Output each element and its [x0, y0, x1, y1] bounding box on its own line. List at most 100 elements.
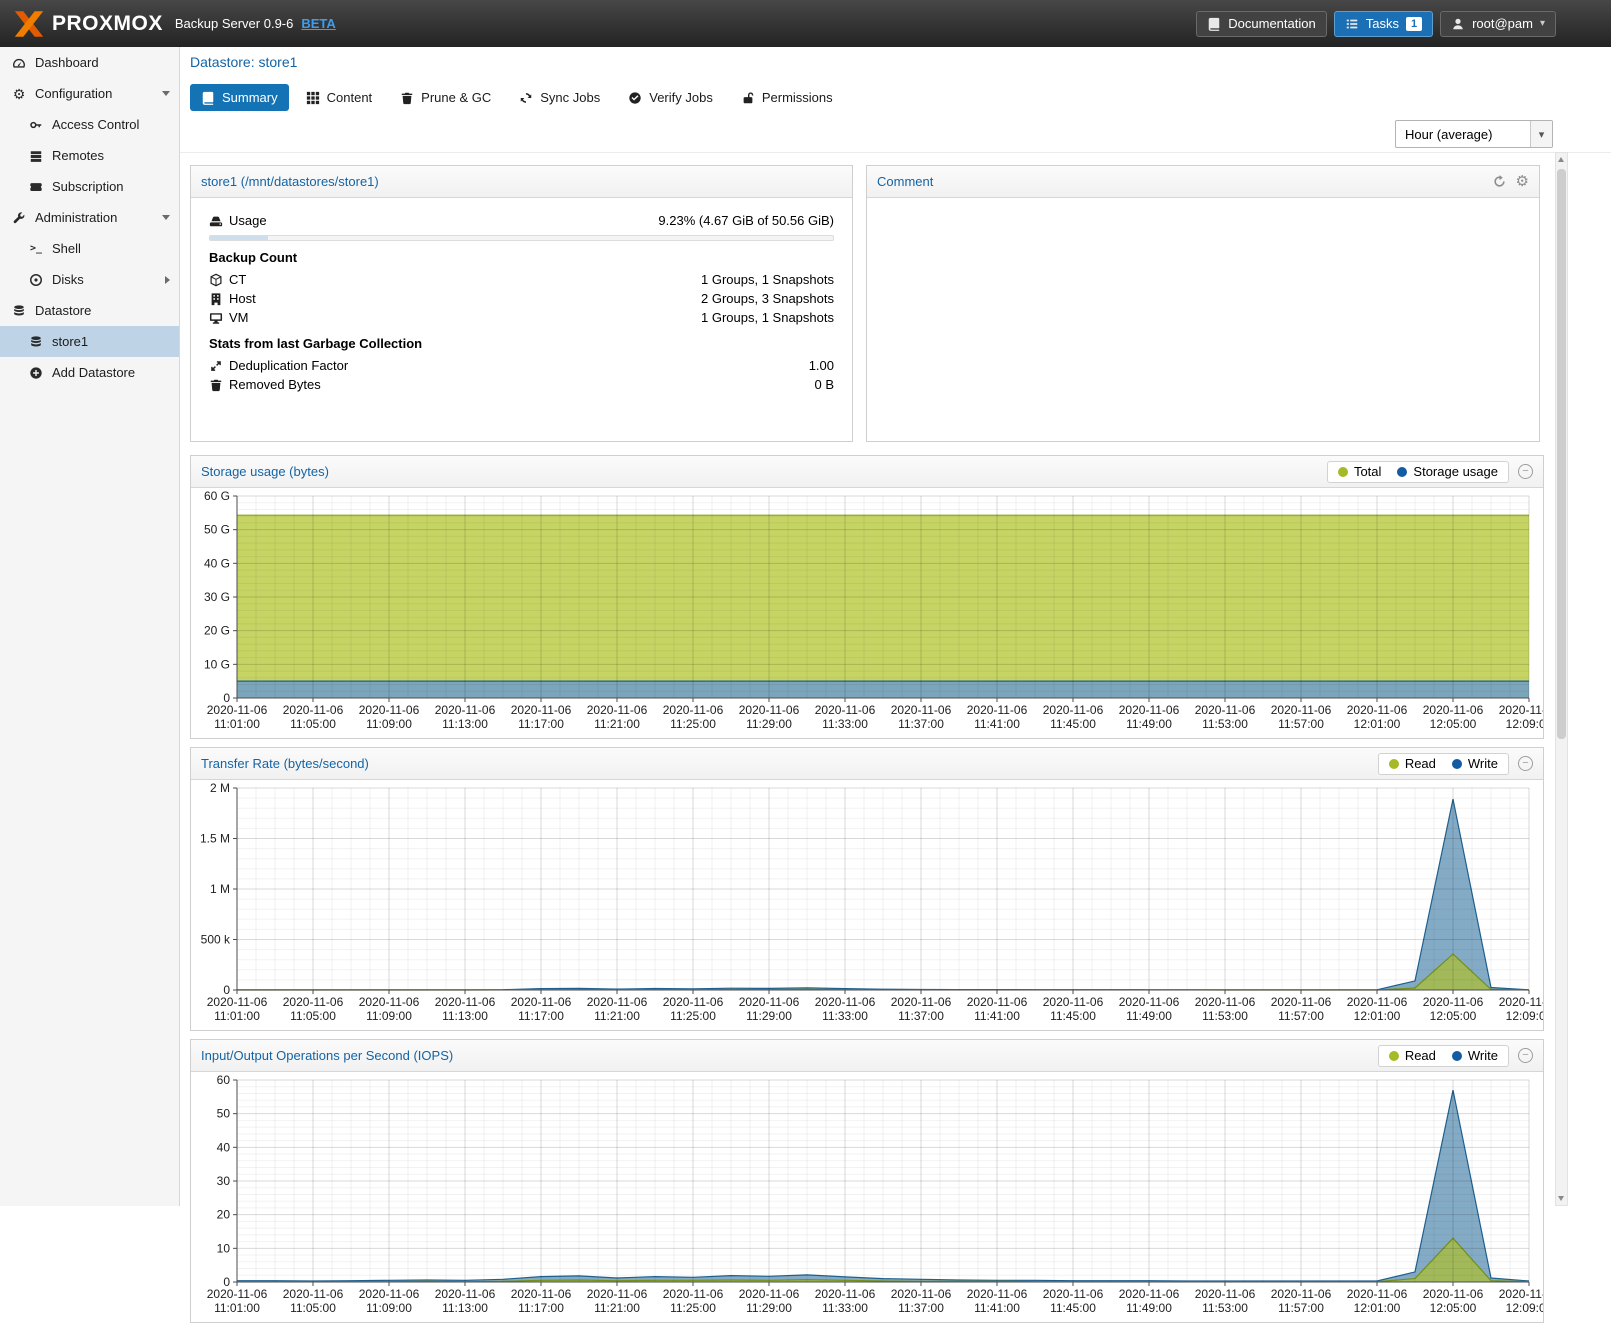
tab-label: Sync Jobs: [540, 90, 600, 105]
host-value: 2 Groups, 3 Snapshots: [701, 291, 834, 306]
book-icon: [201, 91, 215, 105]
datastore-summary-panel: store1 (/mnt/datastores/store1) Usage 9.…: [190, 165, 853, 442]
svg-text:11:29:00: 11:29:00: [746, 717, 792, 731]
scroll-up-arrow-icon[interactable]: [1558, 157, 1564, 162]
svg-text:2020-11-06: 2020-11-06: [511, 995, 572, 1009]
tab-content[interactable]: Content: [295, 84, 384, 111]
collapse-panel-icon[interactable]: −: [1518, 464, 1533, 479]
collapse-panel-icon[interactable]: −: [1518, 756, 1533, 771]
time-range-select[interactable]: Hour (average) ▾: [1395, 120, 1553, 148]
svg-text:50 G: 50 G: [204, 523, 230, 537]
svg-text:11:49:00: 11:49:00: [1126, 1009, 1172, 1023]
svg-text:60: 60: [217, 1073, 231, 1087]
refresh-icon[interactable]: [1492, 174, 1507, 189]
svg-text:2020-11-06: 2020-11-06: [283, 703, 344, 717]
sidebar-item-dashboard[interactable]: Dashboard: [0, 47, 179, 78]
legend-item-read[interactable]: Read: [1389, 1048, 1436, 1063]
svg-text:2020-11-06: 2020-11-06: [207, 1287, 268, 1301]
svg-text:2020-11-06: 2020-11-06: [359, 995, 420, 1009]
sidebar-item-administration[interactable]: Administration: [0, 202, 179, 233]
sidebar-item-store1[interactable]: store1: [0, 326, 179, 357]
sidebar-item-access-control[interactable]: Access Control: [0, 109, 179, 140]
tab-sync-jobs[interactable]: Sync Jobs: [508, 84, 611, 111]
iops-chart: 2020-11-0611:01:002020-11-0611:05:002020…: [191, 1072, 1543, 1322]
svg-text:11:41:00: 11:41:00: [974, 1301, 1020, 1315]
ct-label: CT: [229, 272, 246, 287]
legend-item-storage-usage[interactable]: Storage usage: [1397, 464, 1498, 479]
tab-verify-jobs[interactable]: Verify Jobs: [617, 84, 724, 111]
sidebar-item-disks[interactable]: Disks: [0, 264, 179, 295]
legend-label: Read: [1405, 756, 1436, 771]
svg-text:11:41:00: 11:41:00: [974, 1009, 1020, 1023]
storage-usage-chart-panel: Storage usage (bytes) Total Storage usag…: [190, 455, 1544, 739]
svg-text:2020-11-06: 2020-11-06: [1043, 703, 1104, 717]
svg-text:11:13:00: 11:13:00: [442, 1009, 488, 1023]
tab-bar: Summary Content Prune & GC Sync Jobs Ver…: [190, 84, 844, 111]
main-content: Datastore: store1 Summary Content Prune …: [180, 47, 1611, 1206]
vertical-scrollbar[interactable]: [1555, 152, 1568, 1206]
ticket-icon: [27, 180, 45, 194]
svg-text:2020-11-06: 2020-11-06: [1347, 995, 1408, 1009]
database-icon: [10, 304, 28, 318]
sidebar-item-add-datastore[interactable]: Add Datastore: [0, 357, 179, 388]
svg-text:2020-11-06: 2020-11-06: [1043, 995, 1104, 1009]
dedup-value: 1.00: [809, 358, 834, 373]
database-icon: [27, 335, 45, 349]
svg-text:2 M: 2 M: [210, 781, 230, 795]
expand-arrow-icon[interactable]: [165, 276, 170, 284]
svg-text:11:37:00: 11:37:00: [898, 717, 944, 731]
product-version: Backup Server 0.9-6: [175, 16, 294, 31]
sidebar-item-label: Disks: [52, 272, 84, 287]
tab-permissions[interactable]: Permissions: [730, 84, 844, 111]
compress-icon: [209, 359, 229, 373]
svg-text:11:33:00: 11:33:00: [822, 717, 868, 731]
legend-item-total[interactable]: Total: [1338, 464, 1381, 479]
svg-text:2020-11-06: 2020-11-06: [1271, 1287, 1332, 1301]
sidebar-item-configuration[interactable]: ⚙ Configuration: [0, 78, 179, 109]
svg-text:500 k: 500 k: [201, 933, 231, 947]
host-label: Host: [229, 291, 256, 306]
svg-text:11:13:00: 11:13:00: [442, 1301, 488, 1315]
user-menu-button[interactable]: root@pam ▾: [1440, 11, 1556, 37]
server-icon: [27, 149, 45, 163]
legend-item-read[interactable]: Read: [1389, 756, 1436, 771]
grid-icon: [306, 91, 320, 105]
tasks-button[interactable]: Tasks 1: [1334, 11, 1433, 37]
sidebar-item-datastore[interactable]: Datastore: [0, 295, 179, 326]
brand-text: PROXMOX: [52, 12, 163, 36]
sidebar-item-shell[interactable]: >_ Shell: [0, 233, 179, 264]
gear-icon[interactable]: ⚙: [1516, 174, 1529, 189]
legend-item-write[interactable]: Write: [1452, 1048, 1498, 1063]
beta-link[interactable]: BETA: [301, 16, 335, 31]
hdd-icon: [209, 214, 229, 228]
sidebar-item-label: Shell: [52, 241, 81, 256]
chart-legend: Total Storage usage: [1327, 461, 1509, 483]
check-circle-icon: [628, 91, 642, 105]
tab-summary[interactable]: Summary: [190, 84, 289, 111]
collapse-arrow-icon[interactable]: [162, 215, 170, 220]
svg-text:2020-11-06: 2020-11-06: [587, 995, 648, 1009]
svg-text:11:09:00: 11:09:00: [366, 717, 412, 731]
sidebar-item-subscription[interactable]: Subscription: [0, 171, 179, 202]
legend-item-write[interactable]: Write: [1452, 756, 1498, 771]
sidebar-item-label: Datastore: [35, 303, 91, 318]
scrollbar-thumb[interactable]: [1557, 169, 1566, 739]
collapse-arrow-icon[interactable]: [162, 91, 170, 96]
tab-prune-gc[interactable]: Prune & GC: [389, 84, 502, 111]
scroll-down-arrow-icon[interactable]: [1558, 1196, 1564, 1201]
svg-text:12:05:00: 12:05:00: [1430, 1301, 1477, 1315]
sidebar-item-remotes[interactable]: Remotes: [0, 140, 179, 171]
svg-text:20: 20: [217, 1208, 231, 1222]
documentation-button[interactable]: Documentation: [1196, 11, 1326, 37]
write-series-dot: [1452, 1051, 1462, 1061]
collapse-panel-icon[interactable]: −: [1518, 1048, 1533, 1063]
svg-text:12:09:00: 12:09:00: [1506, 1009, 1543, 1023]
svg-text:2020-11-06: 2020-11-06: [1271, 995, 1332, 1009]
svg-text:2020-11-06: 2020-11-06: [967, 703, 1028, 717]
svg-text:2020-11-06: 2020-11-06: [1195, 703, 1256, 717]
svg-text:30 G: 30 G: [204, 590, 230, 604]
unlock-icon: [741, 91, 755, 105]
plus-circle-icon: [27, 366, 45, 380]
svg-text:30: 30: [217, 1174, 231, 1188]
svg-text:2020-11-06: 2020-11-06: [1499, 995, 1543, 1009]
